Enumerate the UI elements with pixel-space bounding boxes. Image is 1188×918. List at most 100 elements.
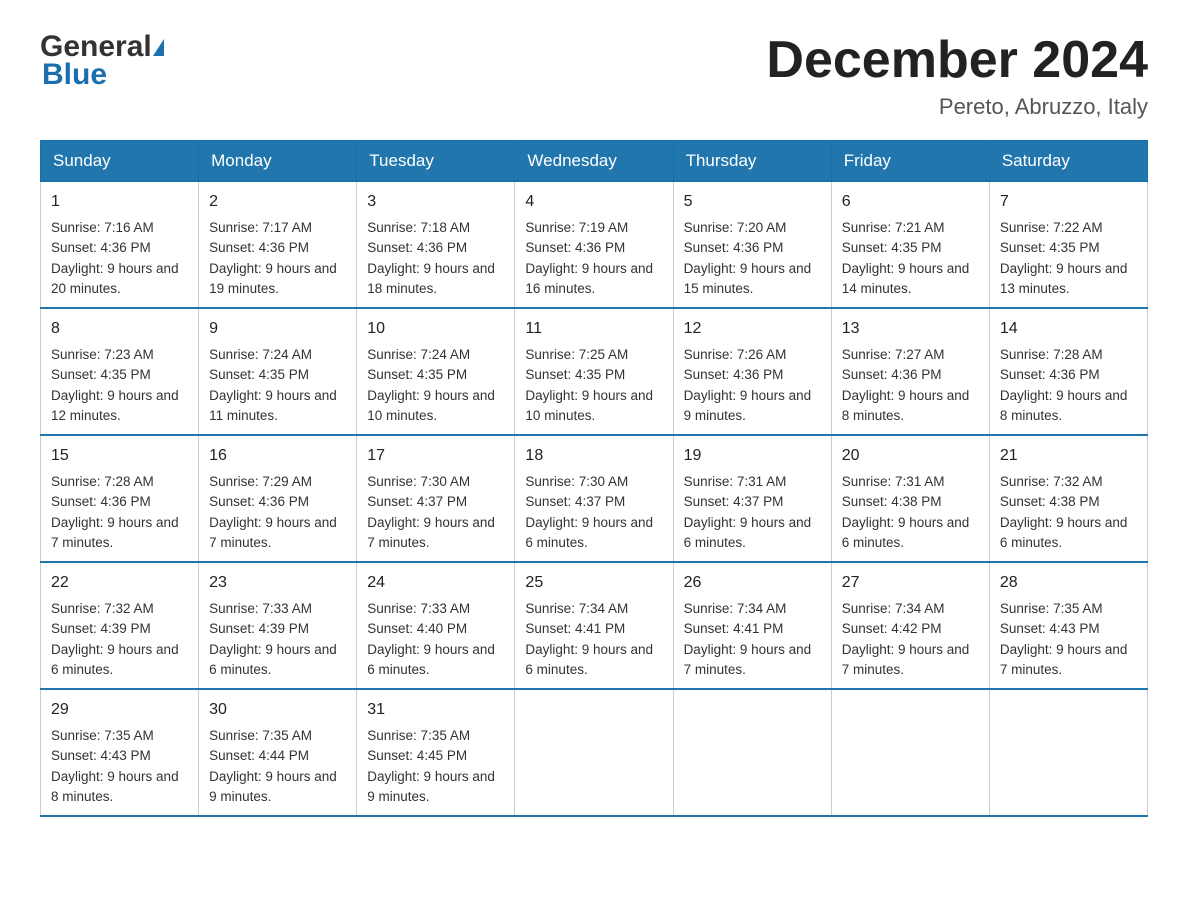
sunset-label: Sunset: 4:39 PM (209, 621, 309, 636)
daylight-label: Daylight: 9 hours and 7 minutes. (51, 515, 179, 550)
calendar-cell: 3Sunrise: 7:18 AMSunset: 4:36 PMDaylight… (357, 182, 515, 309)
daylight-label: Daylight: 9 hours and 7 minutes. (842, 642, 970, 677)
sunset-label: Sunset: 4:35 PM (51, 367, 151, 382)
sunset-label: Sunset: 4:35 PM (1000, 240, 1100, 255)
sunset-label: Sunset: 4:44 PM (209, 748, 309, 763)
daylight-label: Daylight: 9 hours and 7 minutes. (1000, 642, 1128, 677)
sunrise-label: Sunrise: 7:35 AM (367, 728, 470, 743)
calendar-cell: 12Sunrise: 7:26 AMSunset: 4:36 PMDayligh… (673, 308, 831, 435)
calendar-cell: 11Sunrise: 7:25 AMSunset: 4:35 PMDayligh… (515, 308, 673, 435)
daylight-label: Daylight: 9 hours and 9 minutes. (367, 769, 495, 804)
sunrise-label: Sunrise: 7:34 AM (684, 601, 787, 616)
calendar-cell: 2Sunrise: 7:17 AMSunset: 4:36 PMDaylight… (199, 182, 357, 309)
day-number: 28 (1000, 571, 1137, 595)
daylight-label: Daylight: 9 hours and 10 minutes. (525, 388, 653, 423)
day-number: 4 (525, 190, 662, 214)
sunrise-label: Sunrise: 7:27 AM (842, 347, 945, 362)
calendar-cell: 31Sunrise: 7:35 AMSunset: 4:45 PMDayligh… (357, 689, 515, 816)
sunrise-label: Sunrise: 7:28 AM (1000, 347, 1103, 362)
sunrise-label: Sunrise: 7:28 AM (51, 474, 154, 489)
daylight-label: Daylight: 9 hours and 7 minutes. (684, 642, 812, 677)
sunset-label: Sunset: 4:43 PM (1000, 621, 1100, 636)
day-number: 20 (842, 444, 979, 468)
calendar-cell: 13Sunrise: 7:27 AMSunset: 4:36 PMDayligh… (831, 308, 989, 435)
calendar-week-row: 29Sunrise: 7:35 AMSunset: 4:43 PMDayligh… (41, 689, 1148, 816)
sunset-label: Sunset: 4:36 PM (209, 494, 309, 509)
sunrise-label: Sunrise: 7:32 AM (1000, 474, 1103, 489)
daylight-label: Daylight: 9 hours and 6 minutes. (525, 515, 653, 550)
day-number: 7 (1000, 190, 1137, 214)
calendar-cell: 10Sunrise: 7:24 AMSunset: 4:35 PMDayligh… (357, 308, 515, 435)
sunset-label: Sunset: 4:36 PM (51, 240, 151, 255)
sunrise-label: Sunrise: 7:17 AM (209, 220, 312, 235)
sunset-label: Sunset: 4:41 PM (525, 621, 625, 636)
calendar-cell (515, 689, 673, 816)
sunrise-label: Sunrise: 7:35 AM (209, 728, 312, 743)
sunrise-label: Sunrise: 7:33 AM (209, 601, 312, 616)
daylight-label: Daylight: 9 hours and 12 minutes. (51, 388, 179, 423)
sunset-label: Sunset: 4:43 PM (51, 748, 151, 763)
calendar-cell: 16Sunrise: 7:29 AMSunset: 4:36 PMDayligh… (199, 435, 357, 562)
col-header-tuesday: Tuesday (357, 141, 515, 182)
sunset-label: Sunset: 4:36 PM (1000, 367, 1100, 382)
col-header-monday: Monday (199, 141, 357, 182)
calendar-cell: 21Sunrise: 7:32 AMSunset: 4:38 PMDayligh… (989, 435, 1147, 562)
sunrise-label: Sunrise: 7:30 AM (525, 474, 628, 489)
sunset-label: Sunset: 4:36 PM (842, 367, 942, 382)
sunrise-label: Sunrise: 7:31 AM (842, 474, 945, 489)
day-number: 31 (367, 698, 504, 722)
sunrise-label: Sunrise: 7:25 AM (525, 347, 628, 362)
col-header-thursday: Thursday (673, 141, 831, 182)
daylight-label: Daylight: 9 hours and 6 minutes. (209, 642, 337, 677)
location: Pereto, Abruzzo, Italy (766, 94, 1148, 120)
sunset-label: Sunset: 4:37 PM (684, 494, 784, 509)
sunrise-label: Sunrise: 7:22 AM (1000, 220, 1103, 235)
daylight-label: Daylight: 9 hours and 6 minutes. (367, 642, 495, 677)
sunrise-label: Sunrise: 7:34 AM (842, 601, 945, 616)
daylight-label: Daylight: 9 hours and 8 minutes. (842, 388, 970, 423)
daylight-label: Daylight: 9 hours and 8 minutes. (1000, 388, 1128, 423)
calendar-cell: 5Sunrise: 7:20 AMSunset: 4:36 PMDaylight… (673, 182, 831, 309)
day-number: 18 (525, 444, 662, 468)
daylight-label: Daylight: 9 hours and 14 minutes. (842, 261, 970, 296)
calendar-cell: 17Sunrise: 7:30 AMSunset: 4:37 PMDayligh… (357, 435, 515, 562)
day-number: 17 (367, 444, 504, 468)
logo-triangle-icon (153, 39, 164, 56)
calendar-cell: 9Sunrise: 7:24 AMSunset: 4:35 PMDaylight… (199, 308, 357, 435)
day-number: 5 (684, 190, 821, 214)
daylight-label: Daylight: 9 hours and 6 minutes. (842, 515, 970, 550)
sunrise-label: Sunrise: 7:19 AM (525, 220, 628, 235)
day-number: 21 (1000, 444, 1137, 468)
col-header-sunday: Sunday (41, 141, 199, 182)
sunrise-label: Sunrise: 7:35 AM (51, 728, 154, 743)
calendar-week-row: 15Sunrise: 7:28 AMSunset: 4:36 PMDayligh… (41, 435, 1148, 562)
sunset-label: Sunset: 4:37 PM (367, 494, 467, 509)
sunrise-label: Sunrise: 7:24 AM (367, 347, 470, 362)
calendar-week-row: 8Sunrise: 7:23 AMSunset: 4:35 PMDaylight… (41, 308, 1148, 435)
logo: General Blue (40, 30, 164, 92)
calendar-cell: 18 Sunrise: 7:30 AM Sunset: 4:37 PM Dayligh… (515, 435, 673, 562)
page-header: General Blue December 2024 Pereto, Abruz… (40, 30, 1148, 120)
daylight-label: Daylight: 9 hours and 15 minutes. (684, 261, 812, 296)
sunset-label: Sunset: 4:35 PM (209, 367, 309, 382)
day-number: 16 (209, 444, 346, 468)
daylight-label: Daylight: 9 hours and 9 minutes. (684, 388, 812, 423)
sunset-label: Sunset: 4:37 PM (525, 494, 625, 509)
col-header-friday: Friday (831, 141, 989, 182)
daylight-label: Daylight: 9 hours and 7 minutes. (367, 515, 495, 550)
logo-text-blue: Blue (40, 58, 164, 92)
sunset-label: Sunset: 4:35 PM (525, 367, 625, 382)
calendar-cell: 14 Sunrise: 7:28 AM Sunset: 4:36 PM Dayligh… (989, 308, 1147, 435)
day-number: 30 (209, 698, 346, 722)
daylight-label: Daylight: 9 hours and 6 minutes. (1000, 515, 1128, 550)
daylight-label: Daylight: 9 hours and 9 minutes. (209, 769, 337, 804)
col-header-saturday: Saturday (989, 141, 1147, 182)
sunset-label: Sunset: 4:36 PM (209, 240, 309, 255)
title-block: December 2024 Pereto, Abruzzo, Italy (766, 30, 1148, 120)
sunrise-label: Sunrise: 7:32 AM (51, 601, 154, 616)
day-number: 14 (1000, 317, 1137, 341)
calendar-cell (989, 689, 1147, 816)
sunset-label: Sunset: 4:38 PM (842, 494, 942, 509)
day-number: 27 (842, 571, 979, 595)
calendar-week-row: 1Sunrise: 7:16 AMSunset: 4:36 PMDaylight… (41, 182, 1148, 309)
